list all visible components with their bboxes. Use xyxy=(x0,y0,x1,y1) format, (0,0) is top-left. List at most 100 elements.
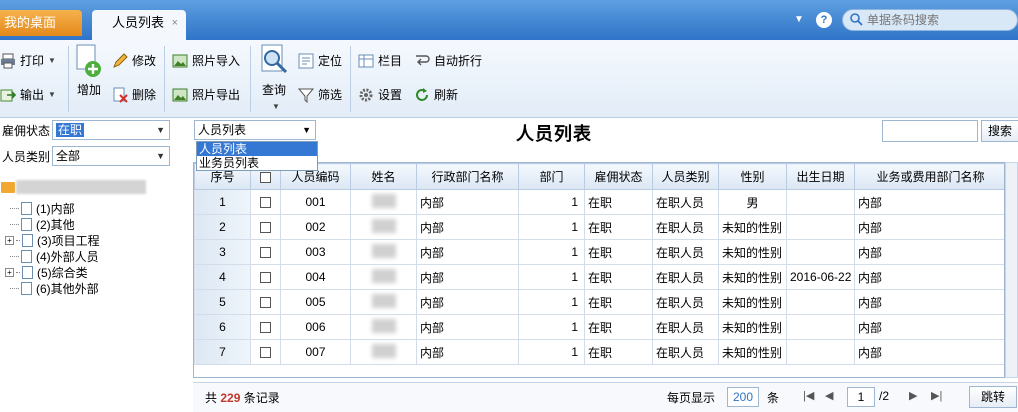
table-row[interactable]: 3 003 内部 1 在职 在职人员 未知的性别 内部 xyxy=(194,239,1004,265)
tree-item[interactable]: (4)外部人员 xyxy=(10,248,99,265)
column-header[interactable]: 业务或费用部门名称 xyxy=(854,163,1004,190)
table-row[interactable]: 6 006 内部 1 在职 在职人员 未知的性别 内部 xyxy=(194,314,1004,340)
record-count: 共 229 条记录 xyxy=(205,391,280,405)
column-header[interactable]: 人员类别 xyxy=(652,163,719,190)
go-button[interactable]: 跳转 xyxy=(969,386,1017,408)
list-search-input[interactable] xyxy=(882,120,978,142)
delete-button[interactable]: 删除 xyxy=(112,86,156,103)
tab-home[interactable]: 我的桌面 xyxy=(0,10,82,36)
chevron-down-icon[interactable]: ▼ xyxy=(794,14,804,25)
locate-button[interactable]: 定位 xyxy=(298,52,342,69)
page-input[interactable]: 1 xyxy=(847,387,875,407)
per-page-input[interactable]: 200 xyxy=(727,387,759,407)
table-row[interactable]: 2 002 内部 1 在职 在职人员 未知的性别 内部 xyxy=(194,214,1004,240)
last-page-icon[interactable]: ▶| xyxy=(931,389,942,402)
column-header[interactable]: 行政部门名称 xyxy=(416,163,519,190)
add-button[interactable]: 增加 xyxy=(74,44,104,98)
photo-export-button[interactable]: 照片导出 xyxy=(172,86,240,103)
expand-icon[interactable]: + xyxy=(5,236,14,245)
filter-icon xyxy=(297,87,315,103)
per-page-label: 每页显示 xyxy=(667,391,716,405)
table-row[interactable]: 1 001 内部 1 在职 在职人员男内部 xyxy=(194,189,1004,215)
first-page-icon[interactable]: |◀ xyxy=(803,389,814,402)
photo-import-button[interactable]: 照片导入 xyxy=(172,52,240,69)
table-cell: 在职 xyxy=(584,189,653,215)
left-panel: 雇佣状态 在职 ▼ 人员类别 全部 ▼ (1)内部 (2)其他 + (3)项目工程… xyxy=(0,118,186,412)
divider xyxy=(350,46,351,112)
column-header[interactable]: 姓名 xyxy=(350,163,417,190)
chevron-down-icon: ▼ xyxy=(156,125,165,135)
settings-button[interactable]: 设置 xyxy=(358,86,402,103)
tab-person-list[interactable]: 人员列表 × xyxy=(92,10,186,40)
tree-item[interactable]: (1)内部 xyxy=(10,200,75,217)
name-cell-redacted xyxy=(350,339,417,365)
row-checkbox[interactable] xyxy=(250,289,281,315)
expand-icon[interactable]: + xyxy=(5,268,14,277)
table-cell: 1 xyxy=(518,214,585,240)
row-checkbox[interactable] xyxy=(250,239,281,265)
document-icon xyxy=(21,218,32,231)
print-button[interactable]: 打印 ▼ xyxy=(0,52,56,69)
table-cell: 在职 xyxy=(584,264,653,290)
next-page-icon[interactable]: ▶ xyxy=(909,389,917,402)
prev-page-icon[interactable]: ◀ xyxy=(825,389,833,402)
close-icon[interactable]: × xyxy=(172,10,178,36)
tree-item[interactable]: + (3)项目工程 xyxy=(5,232,100,249)
table-cell: 在职 xyxy=(584,289,653,315)
row-checkbox[interactable] xyxy=(250,314,281,340)
auto-wrap-button[interactable]: 自动折行 xyxy=(414,52,482,69)
column-header[interactable]: 性别 xyxy=(718,163,787,190)
view-option[interactable]: 人员列表 xyxy=(197,142,317,156)
row-checkbox[interactable] xyxy=(250,339,281,365)
person-type-select[interactable]: 全部 ▼ xyxy=(52,146,170,166)
table-cell: 001 xyxy=(280,189,351,215)
table-row[interactable]: 5 005 内部 1 在职 在职人员 未知的性别 内部 xyxy=(194,289,1004,315)
filter-button[interactable]: 筛选 xyxy=(297,86,342,103)
column-header[interactable]: 出生日期 xyxy=(786,163,855,190)
employment-status-select[interactable]: 在职 ▼ xyxy=(52,120,170,140)
locate-icon xyxy=(298,53,314,69)
vertical-scrollbar[interactable] xyxy=(1005,162,1018,378)
chevron-down-icon: ▼ xyxy=(48,90,56,99)
table-cell: 内部 xyxy=(854,339,1004,365)
row-checkbox[interactable] xyxy=(250,214,281,240)
table-cell: 在职人员 xyxy=(652,214,719,240)
table-cell xyxy=(786,214,855,240)
table-cell xyxy=(786,314,855,340)
row-checkbox[interactable] xyxy=(250,264,281,290)
tree-item[interactable]: + (5)综合类 xyxy=(5,264,88,281)
divider xyxy=(164,46,165,112)
tree-item[interactable]: (6)其他外部 xyxy=(10,280,99,297)
tree-root-redacted[interactable] xyxy=(16,180,146,194)
name-cell-redacted xyxy=(350,264,417,290)
row-checkbox[interactable] xyxy=(250,189,281,215)
table-cell: 男 xyxy=(718,189,787,215)
table-row[interactable]: 7 007 内部 1 在职 在职人员 未知的性别 内部 xyxy=(194,339,1004,365)
pencil-icon xyxy=(112,52,128,69)
barcode-search-input[interactable] xyxy=(867,12,1013,28)
query-button[interactable]: 查询▼ xyxy=(258,44,290,112)
column-header[interactable]: 雇佣状态 xyxy=(584,163,653,190)
search-button[interactable]: 搜索 xyxy=(981,120,1018,142)
refresh-button[interactable]: 刷新 xyxy=(414,86,458,103)
edit-button[interactable]: 修改 xyxy=(112,52,156,69)
view-select[interactable]: 人员列表 ▼ xyxy=(194,120,316,140)
person-type-label: 人员类别 xyxy=(2,150,51,164)
view-option[interactable]: 业务员列表 xyxy=(197,156,317,170)
table-cell: 003 xyxy=(280,239,351,265)
table-cell xyxy=(786,289,855,315)
columns-button[interactable]: 栏目 xyxy=(358,52,402,69)
column-header[interactable]: 部门 xyxy=(518,163,585,190)
tree-item[interactable]: (2)其他 xyxy=(10,216,75,233)
table-cell: 内部 xyxy=(416,289,519,315)
table-row[interactable]: 4 004 内部 1 在职 在职人员 未知的性别 2016-06-22 内部 xyxy=(194,264,1004,290)
search-icon[interactable] xyxy=(850,13,863,26)
table-cell: 6 xyxy=(194,314,251,340)
table-cell: 内部 xyxy=(416,264,519,290)
total-pages: /2 xyxy=(879,389,890,403)
help-icon[interactable]: ? xyxy=(816,12,832,28)
table-cell: 未知的性别 xyxy=(718,314,787,340)
add-icon xyxy=(76,44,101,77)
table-cell: 1 xyxy=(518,289,585,315)
export-button[interactable]: 输出 ▼ xyxy=(0,86,56,103)
